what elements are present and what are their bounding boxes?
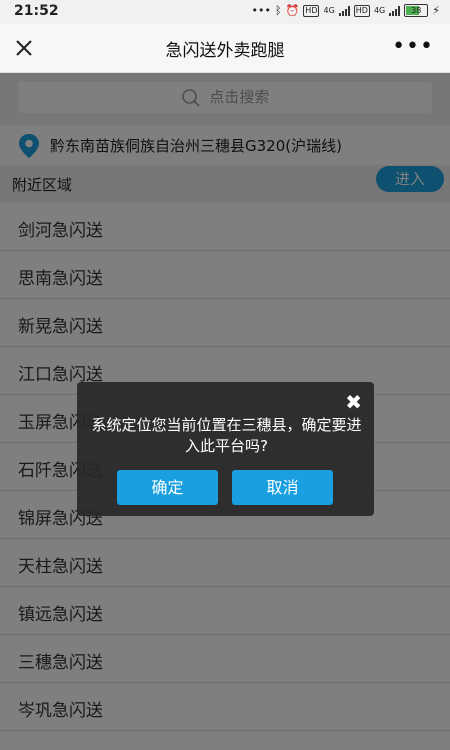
- cancel-button[interactable]: 取消: [232, 470, 333, 505]
- battery-level: 38: [411, 6, 422, 15]
- title-bar: 急闪送外卖跑腿 •••: [0, 24, 450, 73]
- network-4g-label: 4G: [323, 6, 335, 15]
- hd-badge-2: HD: [353, 4, 370, 17]
- charging-icon: ⚡: [432, 4, 440, 17]
- more-menu-icon[interactable]: •••: [392, 34, 434, 59]
- dialog-close-icon[interactable]: ✖: [345, 390, 362, 414]
- signal-icon-2: [389, 5, 401, 16]
- battery-icon: 38: [404, 4, 429, 17]
- signal-icon: [338, 5, 350, 16]
- status-bar: 21:52 ••• ᛒ ⏰ HD 4G HD 4G 38 ⚡: [0, 0, 450, 24]
- alarm-icon: ⏰: [285, 4, 300, 17]
- network-4g-label-2: 4G: [373, 6, 386, 15]
- dialog-message: 系统定位您当前位置在三穗县，确定要进入此平台吗?: [91, 416, 362, 455]
- status-icons: ••• ᛒ ⏰ HD 4G HD 4G 38 ⚡: [252, 4, 440, 17]
- page-title: 急闪送外卖跑腿: [165, 41, 285, 61]
- location-dialog: ✖ 系统定位您当前位置在三穗县，确定要进入此平台吗? 确定 取消: [77, 382, 374, 516]
- status-time: 21:52: [14, 3, 59, 19]
- hd-badge: HD: [303, 4, 320, 17]
- more-dots-icon: •••: [251, 4, 271, 17]
- bluetooth-icon: ᛒ: [274, 4, 282, 17]
- confirm-button[interactable]: 确定: [117, 470, 218, 505]
